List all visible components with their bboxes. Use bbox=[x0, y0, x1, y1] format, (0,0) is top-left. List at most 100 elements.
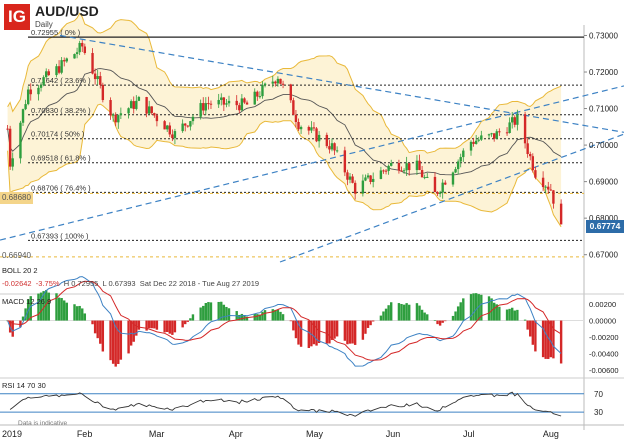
macd-histogram-bar bbox=[405, 303, 408, 321]
candle-body bbox=[57, 66, 61, 73]
candle-body bbox=[271, 81, 274, 84]
candle-body bbox=[60, 60, 63, 73]
candle-body bbox=[101, 84, 105, 101]
candle-body bbox=[351, 176, 354, 183]
macd-histogram-bar bbox=[96, 320, 99, 339]
candle-body bbox=[63, 60, 66, 62]
candle-body bbox=[379, 170, 383, 179]
candle-body bbox=[289, 84, 292, 101]
macd-histogram-bar bbox=[382, 311, 385, 321]
macd-histogram-bar bbox=[111, 320, 115, 364]
candle-body bbox=[292, 100, 295, 115]
macd-histogram-bar bbox=[263, 310, 267, 321]
candle-body bbox=[415, 160, 419, 171]
macd-histogram-bar bbox=[444, 320, 447, 322]
macd-histogram-bar bbox=[487, 296, 491, 321]
macd-histogram-bar bbox=[276, 309, 280, 321]
candle-body bbox=[361, 180, 365, 194]
time-axis-label: Aug bbox=[543, 429, 559, 439]
candle-body bbox=[441, 182, 444, 193]
macd-histogram-bar bbox=[426, 314, 429, 321]
macd-histogram-bar bbox=[150, 320, 153, 329]
candle-body bbox=[328, 146, 331, 150]
macd-tick-label: -0.00600 bbox=[589, 366, 619, 375]
candle-body bbox=[544, 186, 547, 188]
candle-body bbox=[274, 81, 277, 84]
disclaimer: Data is indicative bbox=[18, 420, 68, 427]
candle-body bbox=[559, 203, 563, 225]
candle-body bbox=[243, 98, 246, 103]
macd-histogram-bar bbox=[163, 320, 166, 333]
candle-body bbox=[384, 170, 388, 172]
change-value: -0.02642 bbox=[2, 279, 32, 288]
macd-histogram-bar bbox=[166, 320, 169, 333]
candle-body bbox=[258, 96, 262, 98]
fib-label-5: 0.68706 ( 76.4% ) bbox=[31, 183, 91, 192]
macd-histogram-bar bbox=[307, 320, 311, 349]
candle-body bbox=[245, 102, 249, 105]
macd-histogram-bar bbox=[513, 310, 516, 321]
candle-body bbox=[207, 103, 210, 105]
candle-body bbox=[83, 46, 87, 54]
change-pct: -3.75% bbox=[35, 279, 60, 288]
candle-body bbox=[240, 98, 244, 111]
macd-histogram-bar bbox=[209, 302, 213, 321]
macd-histogram-bar bbox=[408, 304, 411, 321]
candle-body bbox=[469, 141, 473, 151]
candle-body bbox=[505, 132, 509, 134]
candle-body bbox=[343, 150, 347, 173]
macd-histogram-bar bbox=[433, 320, 437, 321]
candle-body bbox=[111, 114, 115, 116]
macd-histogram-bar bbox=[343, 320, 347, 341]
macd-histogram-bar bbox=[117, 320, 120, 364]
candle-body bbox=[371, 178, 375, 182]
candle-body bbox=[209, 103, 213, 105]
candle-body bbox=[492, 133, 496, 139]
macd-histogram-bar bbox=[423, 312, 426, 321]
candle-body bbox=[235, 100, 238, 106]
fib-label-3: 0.70174 ( 50% ) bbox=[31, 130, 85, 139]
candle-body bbox=[19, 122, 22, 159]
symbol-title: AUD/USD bbox=[35, 3, 99, 19]
macd-histogram-bar bbox=[186, 320, 190, 322]
candle-body bbox=[55, 66, 58, 76]
candle-body bbox=[513, 117, 516, 125]
candle-body bbox=[75, 52, 79, 55]
candle-body bbox=[387, 165, 390, 171]
time-axis-label: 2019 bbox=[2, 429, 22, 439]
macd-histogram-bar bbox=[526, 320, 529, 330]
candle-body bbox=[366, 175, 370, 178]
macd-histogram-bar bbox=[462, 298, 465, 321]
macd-histogram-bar bbox=[299, 320, 303, 347]
candle-body bbox=[511, 117, 514, 123]
candle-body bbox=[317, 134, 321, 142]
candle-body bbox=[474, 140, 478, 144]
time-axis-label: Jul bbox=[463, 429, 475, 439]
rsi-line bbox=[9, 391, 562, 417]
macd-histogram-bar bbox=[171, 320, 174, 335]
macd-label: MACD 12 26 9 bbox=[2, 297, 52, 306]
candle-body bbox=[37, 87, 40, 95]
macd-histogram-bar bbox=[127, 320, 130, 354]
candle-body bbox=[261, 85, 264, 97]
candle-body bbox=[346, 172, 349, 180]
candle-body bbox=[99, 76, 102, 85]
ig-logo: IG bbox=[4, 4, 30, 30]
candle-body bbox=[498, 131, 501, 133]
info-bar: -0.02642 -3.75% H 0.72955 L 0.67393 Sat … bbox=[2, 279, 259, 288]
macd-histogram-bar bbox=[415, 303, 419, 321]
candle-body bbox=[109, 100, 112, 116]
candle-body bbox=[204, 103, 208, 111]
macd-histogram-bar bbox=[93, 320, 97, 334]
candle-body bbox=[217, 99, 220, 105]
candle-body bbox=[487, 134, 491, 136]
candle-body bbox=[47, 71, 50, 76]
macd-histogram-bar bbox=[99, 320, 102, 344]
macd-histogram-bar bbox=[261, 311, 264, 321]
macd-tick-label: 0.00200 bbox=[589, 300, 616, 309]
macd-histogram-bar bbox=[348, 320, 352, 344]
candle-body bbox=[147, 106, 151, 114]
candle-body bbox=[44, 71, 48, 78]
candle-body bbox=[24, 104, 27, 110]
candle-body bbox=[541, 177, 545, 188]
